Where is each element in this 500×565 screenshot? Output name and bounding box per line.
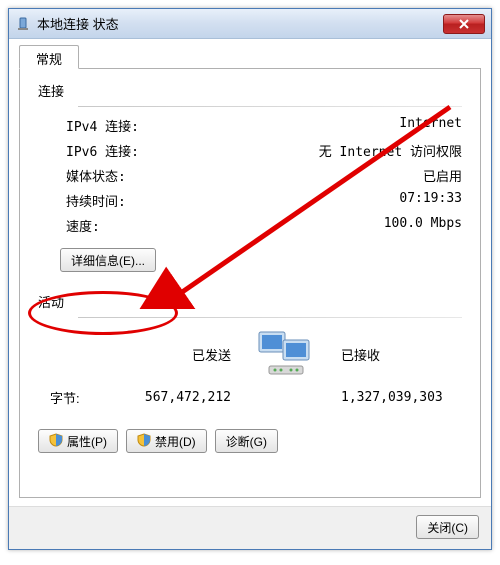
connection-heading: 连接 bbox=[38, 81, 462, 100]
duration-row: 持续时间: 07:19:33 bbox=[38, 188, 462, 213]
titlebar: 本地连接 状态 bbox=[9, 9, 491, 39]
action-row: 属性(P) 禁用(D) 诊断(G) bbox=[38, 429, 462, 453]
media-row: 媒体状态: 已启用 bbox=[38, 163, 462, 188]
ipv6-row: IPv6 连接: 无 Internet 访问权限 bbox=[38, 138, 462, 163]
shield-icon bbox=[137, 433, 151, 450]
media-value: 已启用 bbox=[423, 166, 462, 185]
close-window-button[interactable] bbox=[443, 14, 485, 34]
sent-value: 567,472,212 bbox=[110, 390, 241, 405]
properties-label: 属性(P) bbox=[67, 433, 107, 450]
divider bbox=[78, 106, 462, 107]
network-icon bbox=[15, 16, 31, 32]
activity-icon bbox=[241, 328, 331, 380]
close-button[interactable]: 关闭(C) bbox=[416, 515, 479, 539]
ipv4-label: IPv4 连接: bbox=[66, 116, 139, 135]
ipv6-label: IPv6 连接: bbox=[66, 141, 139, 160]
tab-panel-general: 连接 IPv4 连接: Internet IPv6 连接: 无 Internet… bbox=[19, 68, 481, 498]
properties-button[interactable]: 属性(P) bbox=[38, 429, 118, 453]
recv-label: 已接收 bbox=[331, 345, 462, 364]
tab-general[interactable]: 常规 bbox=[19, 45, 79, 69]
tabstrip: 常规 bbox=[19, 45, 481, 69]
speed-label: 速度: bbox=[66, 216, 100, 235]
speed-row: 速度: 100.0 Mbps bbox=[38, 213, 462, 238]
activity-bytes-row: 字节: 567,472,212 1,327,039,303 bbox=[38, 384, 462, 411]
diagnose-button[interactable]: 诊断(G) bbox=[215, 429, 278, 453]
sent-label: 已发送 bbox=[110, 345, 241, 364]
activity-section: 活动 已发送 bbox=[38, 292, 462, 411]
dialog-body: 常规 连接 IPv4 连接: Internet IPv6 连接: 无 Inter… bbox=[9, 39, 491, 506]
activity-labels-row: 已发送 已接收 bbox=[38, 324, 462, 384]
duration-value: 07:19:33 bbox=[399, 191, 462, 210]
shield-icon bbox=[49, 433, 63, 450]
window-title: 本地连接 状态 bbox=[37, 14, 443, 33]
bytes-label: 字节: bbox=[50, 388, 110, 407]
recv-value: 1,327,039,303 bbox=[331, 390, 462, 405]
disable-label: 禁用(D) bbox=[155, 433, 196, 450]
ipv4-row: IPv4 连接: Internet bbox=[38, 113, 462, 138]
details-button[interactable]: 详细信息(E)... bbox=[60, 248, 156, 272]
status-dialog: 本地连接 状态 常规 连接 IPv4 连接: Internet IPv6 连接:… bbox=[8, 8, 492, 550]
activity-heading: 活动 bbox=[38, 292, 462, 311]
speed-value: 100.0 Mbps bbox=[384, 216, 462, 235]
ipv4-value: Internet bbox=[399, 116, 462, 135]
disable-button[interactable]: 禁用(D) bbox=[126, 429, 207, 453]
media-label: 媒体状态: bbox=[66, 166, 126, 185]
duration-label: 持续时间: bbox=[66, 191, 126, 210]
dialog-footer: 关闭(C) bbox=[9, 506, 491, 549]
ipv6-value: 无 Internet 访问权限 bbox=[319, 141, 462, 160]
divider bbox=[78, 317, 462, 318]
